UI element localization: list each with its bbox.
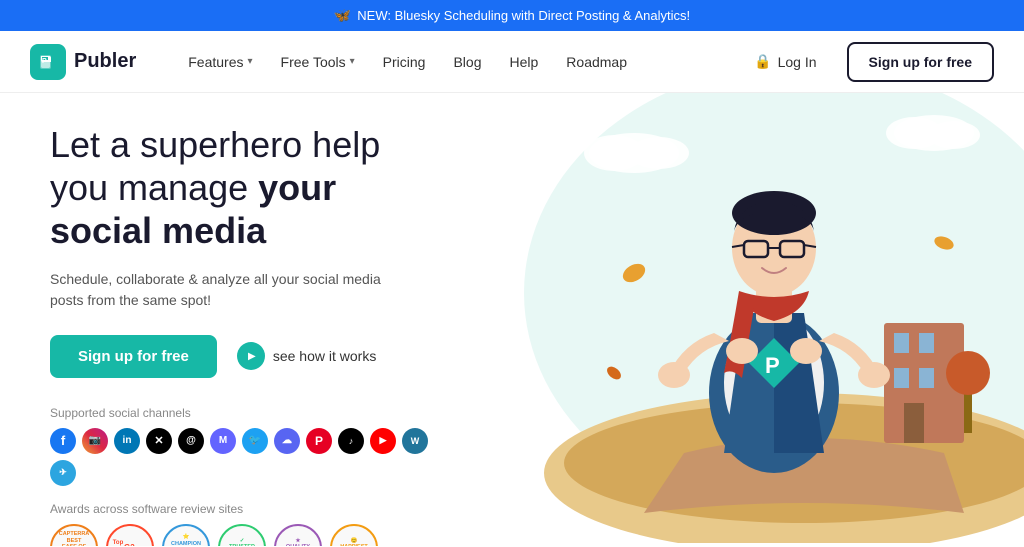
logo-link[interactable]: P Publer [30,44,136,80]
trusted-vendor-badge: ✓TRUSTEDVENDOR [218,524,266,546]
youtube-icon: ▶ [370,428,396,454]
hero-signup-label: Sign up for free [78,348,189,365]
chevron-down-icon: ▾ [248,56,253,67]
main-content: Let a superhero helpyou manage yoursocia… [0,93,1024,546]
login-button[interactable]: 🔒 Log In [736,45,834,78]
hero-subtitle: Schedule, collaborate & analyze all your… [50,269,390,311]
see-how-label: see how it works [273,348,376,364]
social-icons-row: f 📷 in ✕ @ M 🐦 ☁ P ♪ ▶ W ✈ [50,428,440,486]
capterra-badge: CAPTERRABESTEASE OF USE2022 [50,524,98,546]
logo-icon: P [30,44,66,80]
linkedin-icon: in [114,428,140,454]
chevron-down-icon: ▾ [350,56,355,67]
software-advice-badge: ⭐CHAMPIONSoftwareAdvice [162,524,210,546]
tiktok-icon: ♪ [338,428,364,454]
nav-roadmap[interactable]: Roadmap [554,46,639,78]
hero-signup-button[interactable]: Sign up for free [50,335,217,378]
hero-left: Let a superhero helpyou manage yoursocia… [0,93,480,546]
pinterest-icon: P [306,428,332,454]
svg-text:P: P [765,353,780,378]
hero-title: Let a superhero helpyou manage yoursocia… [50,123,440,253]
signup-label: Sign up for free [869,54,972,70]
happiest-users-badge: 😊HAPPIESTUSERS [330,524,378,546]
logo-text: Publer [74,50,136,73]
award-badges-row: CAPTERRABESTEASE OF USE2022 Top 100G2202… [50,524,440,546]
nav-free-tools-label: Free Tools [281,54,346,70]
x-twitter-icon: ✕ [146,428,172,454]
telegram-icon: ✈ [50,460,76,486]
awards-label: Awards across software review sites [50,502,440,516]
main-nav: P Publer Features ▾ Free Tools ▾ Pricing… [0,31,1024,93]
nav-pricing-label: Pricing [383,54,426,70]
social-label: Supported social channels [50,406,440,420]
nav-blog-label: Blog [453,54,481,70]
nav-features-label: Features [188,54,243,70]
hero-illustration: P [480,93,1024,546]
mastodon-icon: M [210,428,236,454]
threads-icon: @ [178,428,204,454]
lock-icon: 🔒 [754,53,771,70]
g2-badge: Top 100G22025 [106,524,154,546]
cta-row: Sign up for free ▶ see how it works [50,335,440,378]
login-label: Log In [778,54,817,70]
nav-pricing[interactable]: Pricing [371,46,438,78]
signup-button[interactable]: Sign up for free [847,42,994,82]
nav-help[interactable]: Help [498,46,551,78]
twitter-icon: 🐦 [242,428,268,454]
wordpress-icon: W [402,428,428,454]
instagram-icon: 📷 [82,428,108,454]
svg-text:P: P [42,58,47,65]
nav-free-tools[interactable]: Free Tools ▾ [269,46,367,78]
play-icon: ▶ [237,342,265,370]
nav-links: Features ▾ Free Tools ▾ Pricing Blog Hel… [176,46,736,78]
nav-blog[interactable]: Blog [441,46,493,78]
facebook-icon: f [50,428,76,454]
nav-features[interactable]: Features ▾ [176,46,264,78]
banner-text: NEW: Bluesky Scheduling with Direct Post… [357,8,690,23]
nav-roadmap-label: Roadmap [566,54,627,70]
nav-help-label: Help [510,54,539,70]
nav-actions: 🔒 Log In Sign up for free [736,42,994,82]
announcement-banner: 🦋 NEW: Bluesky Scheduling with Direct Po… [0,0,1024,31]
bluesky-icon: ☁ [274,428,300,454]
see-how-link[interactable]: ▶ see how it works [237,342,376,370]
butterfly-icon: 🦋 [334,7,351,24]
quality-choice-badge: ★QUALITYCHOICE [274,524,322,546]
